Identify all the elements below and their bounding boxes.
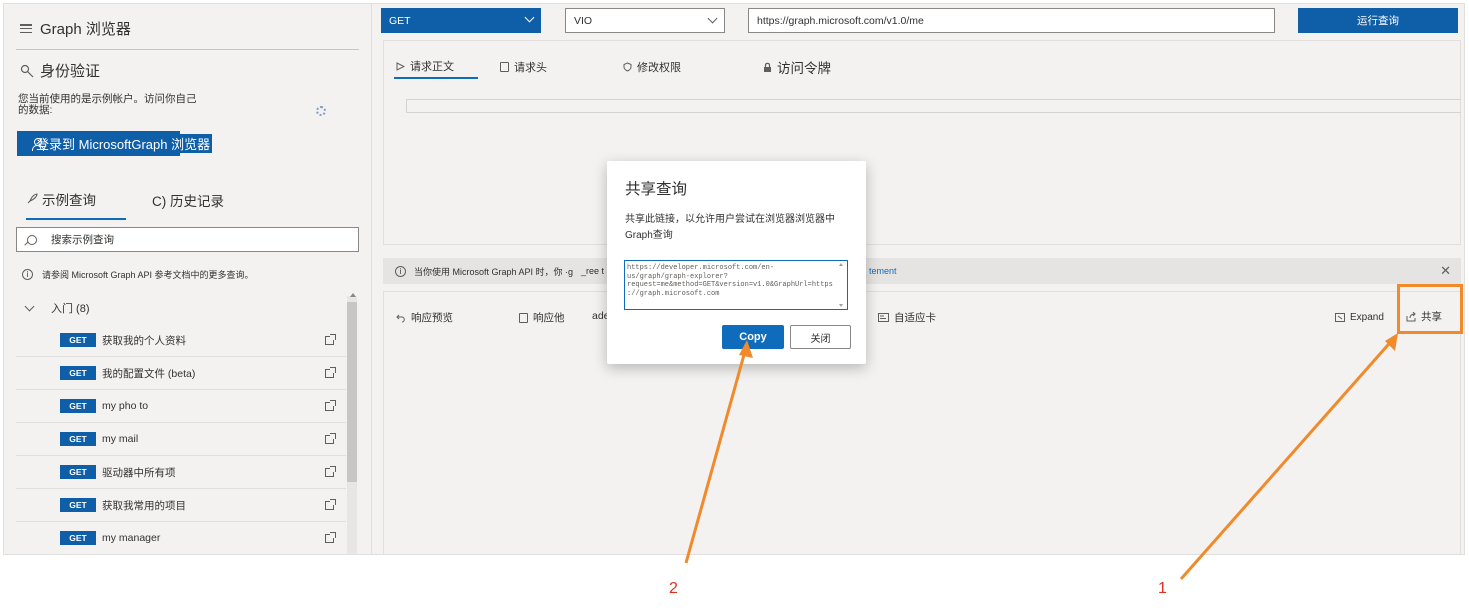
copy-button[interactable]: Copy bbox=[722, 325, 784, 349]
textarea-scrollbar[interactable] bbox=[838, 263, 844, 307]
close-button[interactable]: 关闭 bbox=[790, 325, 851, 349]
dialog-description: 共享此链接，以允许用户尝试在浏览器浏览器中 Graph查询 bbox=[625, 214, 835, 241]
graph-explorer-window: Graph 浏览器 身份验证 您当前使用的是示例帐户。访问你自己的数据: 登录到… bbox=[3, 3, 1465, 555]
dialog-title: 共享查询 bbox=[625, 181, 688, 198]
share-link-textarea[interactable] bbox=[624, 260, 848, 310]
annotation-number-2: 2 bbox=[669, 580, 678, 597]
annotation-number-1: 1 bbox=[1158, 580, 1167, 597]
share-query-dialog: 共享查询 共享此链接，以允许用户尝试在浏览器浏览器中 Graph查询 Copy … bbox=[607, 161, 866, 364]
